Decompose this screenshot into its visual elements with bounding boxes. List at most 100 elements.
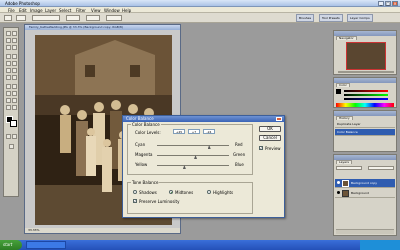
opacity-field[interactable]: [368, 166, 394, 170]
preview-checkbox[interactable]: ✓: [259, 146, 263, 150]
opacity-field[interactable]: [66, 15, 80, 21]
highlights-radio[interactable]: [207, 190, 211, 194]
layer-name: Background: [351, 191, 369, 195]
zoom-level[interactable]: 33.33%: [28, 228, 39, 232]
preserve-luminosity-label[interactable]: Preserve Luminosity: [139, 199, 179, 204]
tool-preset-picker[interactable]: [4, 15, 12, 21]
highlights-label[interactable]: Highlights: [213, 190, 233, 195]
tab-layers[interactable]: Layers: [336, 160, 352, 164]
move-tool-icon[interactable]: [6, 31, 11, 36]
pen-tool-icon[interactable]: [6, 91, 11, 96]
eyedropper-tool-icon[interactable]: [12, 98, 17, 103]
tab-tool-presets[interactable]: Tool Presets: [319, 14, 343, 22]
magenta-green-level-field[interactable]: +7: [188, 129, 200, 134]
tone-balance-group: [127, 182, 253, 214]
quick-mask-icon[interactable]: [12, 134, 17, 139]
color-spectrum-bar[interactable]: [336, 103, 394, 107]
slice-tool-icon[interactable]: [12, 45, 17, 50]
maximize-button[interactable]: □: [385, 1, 391, 6]
dialog-close-icon[interactable]: [276, 117, 282, 121]
magenta-label: Magenta: [135, 152, 153, 157]
airbrush-toggle[interactable]: [106, 15, 122, 21]
eye-icon[interactable]: [337, 181, 340, 184]
cancel-button[interactable]: Cancel: [259, 135, 281, 141]
marquee-tool-icon[interactable]: [12, 31, 17, 36]
magenta-green-slider-track[interactable]: [157, 155, 229, 156]
title-bar: Adobe Photoshop _ □ ×: [0, 0, 400, 7]
document-status-bar: 33.33%: [25, 228, 180, 233]
zoom-tool-icon[interactable]: [12, 105, 17, 110]
minimize-button[interactable]: _: [378, 1, 384, 6]
type-tool-icon[interactable]: [12, 84, 17, 89]
ok-button[interactable]: OK: [259, 126, 281, 132]
path-selection-icon[interactable]: [6, 84, 11, 89]
red-label: Red: [235, 142, 243, 147]
brush-tool-icon[interactable]: [12, 54, 17, 59]
healing-brush-icon[interactable]: [6, 54, 11, 59]
navigator-zoom-slider[interactable]: [338, 71, 394, 73]
navigator-thumbnail[interactable]: [346, 42, 386, 70]
shape-tool-icon[interactable]: [12, 91, 17, 96]
tab-layer-comps[interactable]: Layer Comps: [347, 14, 373, 22]
mode-select[interactable]: [32, 15, 60, 21]
lasso-tool-icon[interactable]: [6, 38, 11, 43]
gradient-tool-icon[interactable]: [12, 68, 17, 73]
blend-mode-select[interactable]: [336, 166, 362, 170]
crop-tool-icon[interactable]: [6, 45, 11, 50]
taskbar-button-photoshop[interactable]: [26, 241, 66, 249]
shadows-label[interactable]: Shadows: [139, 190, 157, 195]
cyan-red-level-field[interactable]: +45: [173, 129, 185, 134]
close-button[interactable]: ×: [392, 1, 398, 6]
preserve-luminosity-checkbox[interactable]: ✓: [133, 199, 137, 203]
options-bar: Brushes Tool Presets Layer Comps: [0, 13, 400, 23]
eraser-tool-icon[interactable]: [6, 68, 11, 73]
tab-color[interactable]: Color: [336, 83, 350, 87]
flow-field[interactable]: [86, 15, 100, 21]
toolbox: [3, 27, 19, 197]
blue-label: Blue: [235, 162, 244, 167]
color-palette: Color: [333, 77, 397, 108]
color-levels-label: Color Levels:: [135, 130, 161, 135]
layer-thumbnail: [342, 180, 349, 187]
cyan-label: Cyan: [135, 142, 146, 147]
system-tray[interactable]: [360, 240, 400, 250]
history-item[interactable]: Color Balance: [335, 129, 395, 136]
shadows-radio[interactable]: [133, 190, 137, 194]
tab-brushes[interactable]: Brushes: [296, 14, 315, 22]
yellow-blue-level-field[interactable]: -24: [203, 129, 215, 134]
midtones-label[interactable]: Midtones: [175, 190, 193, 195]
green-slider[interactable]: [344, 94, 388, 96]
layers-palette: Layers Background copy Background: [333, 154, 397, 236]
cyan-red-slider-track[interactable]: [157, 145, 229, 146]
app-title: Adobe Photoshop: [5, 1, 40, 6]
magic-wand-icon[interactable]: [12, 38, 17, 43]
layers-footer-buttons[interactable]: [336, 229, 394, 234]
yellow-blue-slider-track[interactable]: [157, 165, 229, 166]
dodge-tool-icon[interactable]: [12, 75, 17, 80]
history-palette: History Duplicate Layer Color Balance: [333, 110, 397, 152]
document-title: Family_KatheWedding.JPG @ 33.3% (Backgro…: [25, 25, 180, 30]
notes-tool-icon[interactable]: [6, 98, 11, 103]
clone-stamp-icon[interactable]: [6, 61, 11, 66]
preview-label[interactable]: Preview: [265, 146, 281, 151]
history-item[interactable]: Duplicate Layer: [335, 121, 395, 128]
blue-slider[interactable]: [344, 98, 388, 100]
tab-history[interactable]: History: [336, 116, 353, 120]
taskbar: start: [0, 240, 400, 250]
midtones-radio[interactable]: [169, 190, 173, 194]
navigator-palette: Navigator: [333, 30, 397, 75]
brush-picker[interactable]: [16, 15, 26, 21]
tab-navigator[interactable]: Navigator: [336, 36, 357, 40]
tone-balance-group-label: Tone Balance: [131, 180, 160, 185]
eye-icon[interactable]: [337, 191, 340, 194]
screen-mode-icon[interactable]: [9, 144, 14, 149]
color-foreground-swatch[interactable]: [336, 89, 341, 94]
background-color-swatch[interactable]: [10, 120, 17, 127]
yellow-label: Yellow: [135, 162, 148, 167]
hand-tool-icon[interactable]: [6, 105, 11, 110]
history-brush-icon[interactable]: [12, 61, 17, 66]
red-slider[interactable]: [344, 90, 388, 92]
standard-mode-icon[interactable]: [6, 134, 11, 139]
blur-tool-icon[interactable]: [6, 75, 11, 80]
start-button[interactable]: start: [0, 240, 22, 250]
